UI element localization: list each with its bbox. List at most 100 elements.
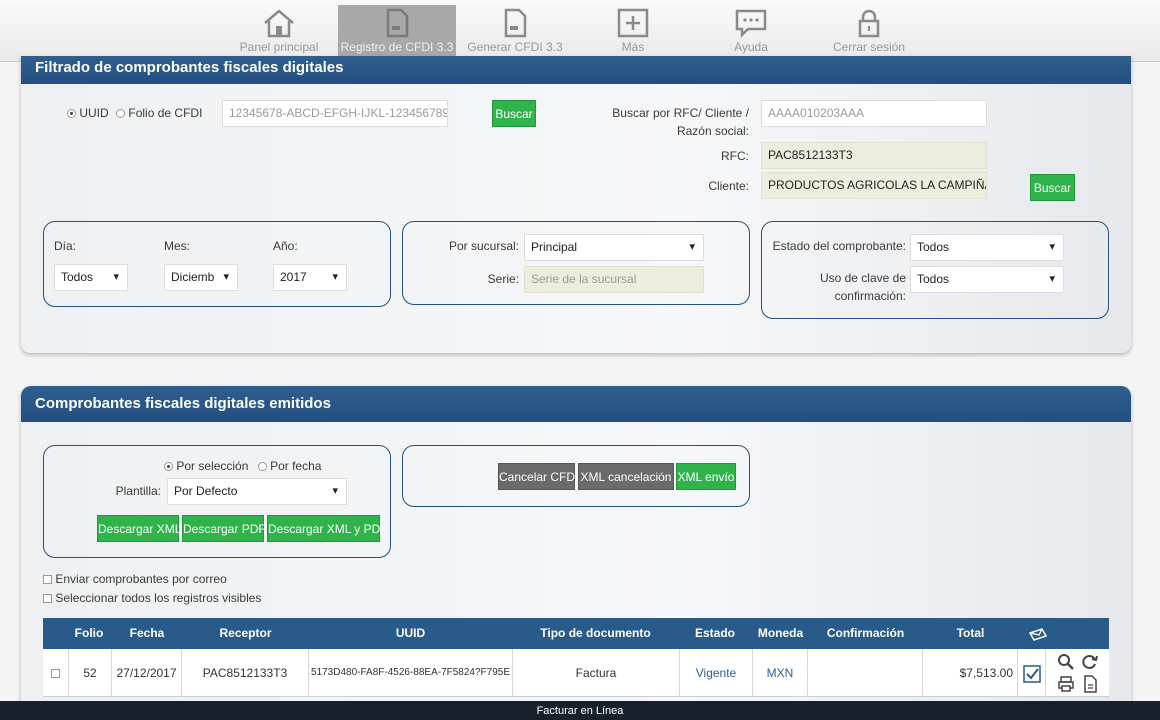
cancel-cfdi-button[interactable]: Cancelar CFDI xyxy=(498,463,578,490)
cell-folio: 52 xyxy=(69,649,112,697)
refresh-icon[interactable] xyxy=(1081,653,1099,671)
uuid-input[interactable]: 12345678-ABCD-EFGH-IJKL-1234567890AB xyxy=(222,100,448,127)
email-checkbox-label: Enviar comprobantes por correo xyxy=(55,572,227,586)
xml-cancel-button[interactable]: XML cancelación xyxy=(578,463,674,490)
cell-confirmacion xyxy=(808,649,923,697)
status-select[interactable]: Todos xyxy=(910,234,1064,261)
day-select[interactable]: Todos xyxy=(54,264,128,291)
search-rfc-button[interactable]: Buscar xyxy=(1030,174,1075,201)
rfc-search-input[interactable]: AAAA010203AAA xyxy=(761,100,987,127)
select-all-checkbox[interactable] xyxy=(43,594,52,604)
day-label: Día: xyxy=(54,239,77,253)
cell-receptor: PAC8512133T3 xyxy=(182,649,309,697)
document-icon xyxy=(504,8,527,38)
nav-registro-cfdi[interactable]: Registro de CFDI 3.3 xyxy=(338,5,456,62)
cell-total: $7,513.00 xyxy=(923,649,1018,697)
cell-moneda: MXN xyxy=(753,649,808,697)
nav-cerrar-sesion[interactable]: Cerrar sesión xyxy=(810,5,928,62)
uuid-radio-group: UUID Folio de CFDI xyxy=(67,106,202,120)
col-receptor[interactable]: Receptor xyxy=(188,618,303,649)
nav-label: Ayuda xyxy=(734,40,768,54)
top-navigation: Panel principal Registro de CFDI 3.3 Gen… xyxy=(0,0,1160,62)
branch-label: Por sucursal: xyxy=(448,239,519,253)
col-fecha[interactable]: Fecha xyxy=(112,618,182,649)
search-icon[interactable] xyxy=(1057,653,1075,671)
year-select[interactable]: 2017 xyxy=(273,264,347,291)
row-actions xyxy=(1049,653,1109,697)
download-pdf-button[interactable]: Descargar PDF xyxy=(182,515,266,542)
pdf-document-icon[interactable] xyxy=(1081,675,1099,693)
table-header: Folio Fecha Receptor UUID Tipo de docume… xyxy=(43,618,1109,649)
filter-panel: Filtrado de comprobantes fiscales digita… xyxy=(21,56,1131,353)
col-total[interactable]: Total xyxy=(923,618,1018,649)
col-folio[interactable]: Folio xyxy=(69,618,109,649)
print-icon[interactable] xyxy=(1057,675,1075,693)
cell-tipo: Factura xyxy=(513,649,680,697)
client-field: PRODUCTOS AGRICOLAS LA CAMPIÑA xyxy=(761,172,987,199)
template-label: Plantilla: xyxy=(115,484,161,498)
nav-label: Más xyxy=(621,40,645,54)
branch-select[interactable]: Principal xyxy=(524,234,704,261)
col-uuid[interactable]: UUID xyxy=(308,618,513,649)
uuid-radio[interactable] xyxy=(67,109,76,119)
template-select[interactable]: Por Defecto xyxy=(167,478,347,505)
selection-radio[interactable] xyxy=(164,462,173,472)
folio-radio[interactable] xyxy=(116,109,126,119)
month-label: Mes: xyxy=(164,239,191,253)
xml-send-button[interactable]: XML envío xyxy=(676,463,736,490)
date-radio[interactable] xyxy=(257,462,267,472)
year-label: Año: xyxy=(273,239,298,253)
cell-fecha: 27/12/2017 xyxy=(112,649,182,697)
selection-radio-label: Por selección xyxy=(176,459,249,473)
rfc-field: PAC8512133T3 xyxy=(761,142,987,169)
date-radio-label: Por fecha xyxy=(270,459,322,473)
col-tipo[interactable]: Tipo de documento xyxy=(513,618,678,649)
folio-radio-label: Folio de CFDI xyxy=(128,106,203,120)
lock-icon xyxy=(858,9,880,38)
select-all-label: Seleccionar todos los registros visibles xyxy=(55,591,262,605)
document-icon xyxy=(386,8,409,38)
filter-panel-title: Filtrado de comprobantes fiscales digita… xyxy=(21,56,1131,84)
rfc-search-label: Buscar por RFC/ Cliente / Razón social: xyxy=(612,106,749,138)
email-checkbox[interactable] xyxy=(43,575,52,585)
nav-label: Generar CFDI 3.3 xyxy=(467,40,563,54)
download-mode-group: Por selección Por fecha xyxy=(164,459,321,473)
series-input[interactable]: Serie de la sucursal xyxy=(524,266,704,293)
row-select-cell xyxy=(43,649,69,697)
envelope-icon xyxy=(1018,618,1058,649)
cell-uuid: 5173D480-FA8F-4526-88EA-7F5824?F795E xyxy=(309,649,513,697)
status-label: Estado del comprobante: xyxy=(772,239,906,253)
download-xml-pdf-button[interactable]: Descargar XML y PDF xyxy=(267,515,388,542)
col-moneda[interactable]: Moneda xyxy=(753,618,808,649)
col-estado[interactable]: Estado xyxy=(680,618,750,649)
checked-box-icon[interactable] xyxy=(1022,665,1041,683)
cell-sent xyxy=(1018,649,1046,697)
rfc-label: RFC: xyxy=(721,149,749,163)
month-select[interactable]: Diciemb xyxy=(164,264,238,291)
nav-label: Cerrar sesión xyxy=(832,40,906,54)
nav-generar-cfdi[interactable]: Generar CFDI 3.3 xyxy=(456,5,574,62)
footer: Facturar en Línea xyxy=(0,701,1160,720)
search-uuid-button[interactable]: Buscar xyxy=(492,100,536,127)
col-confirmacion[interactable]: Confirmación xyxy=(808,618,923,649)
chat-icon xyxy=(735,9,767,38)
nav-label: Registro de CFDI 3.3 xyxy=(340,40,454,54)
nav-label: Panel principal xyxy=(239,40,319,54)
select-all-row: Seleccionar todos los registros visibles xyxy=(43,591,261,605)
home-icon xyxy=(264,9,294,38)
nav-panel-principal[interactable]: Panel principal xyxy=(220,5,338,62)
confirm-select[interactable]: Todos xyxy=(910,266,1064,293)
nav-ayuda[interactable]: Ayuda xyxy=(692,5,810,62)
cell-estado: Vigente xyxy=(680,649,753,697)
issued-panel-title: Comprobantes fiscales digitales emitidos xyxy=(21,386,1131,422)
series-label: Serie: xyxy=(487,272,519,286)
issued-panel: Comprobantes fiscales digitales emitidos… xyxy=(21,386,1131,720)
client-label: Cliente: xyxy=(708,179,749,193)
download-xml-button[interactable]: Descargar XML xyxy=(97,515,181,542)
row-checkbox[interactable] xyxy=(51,669,60,679)
email-checkbox-row: Enviar comprobantes por correo xyxy=(43,572,227,586)
plus-icon xyxy=(617,8,649,38)
nav-mas[interactable]: Más xyxy=(574,5,692,62)
table-row[interactable]: 52 27/12/2017 PAC8512133T3 5173D480-FA8F… xyxy=(43,649,1109,697)
confirm-label: Uso de clave de confirmación: xyxy=(819,271,906,303)
